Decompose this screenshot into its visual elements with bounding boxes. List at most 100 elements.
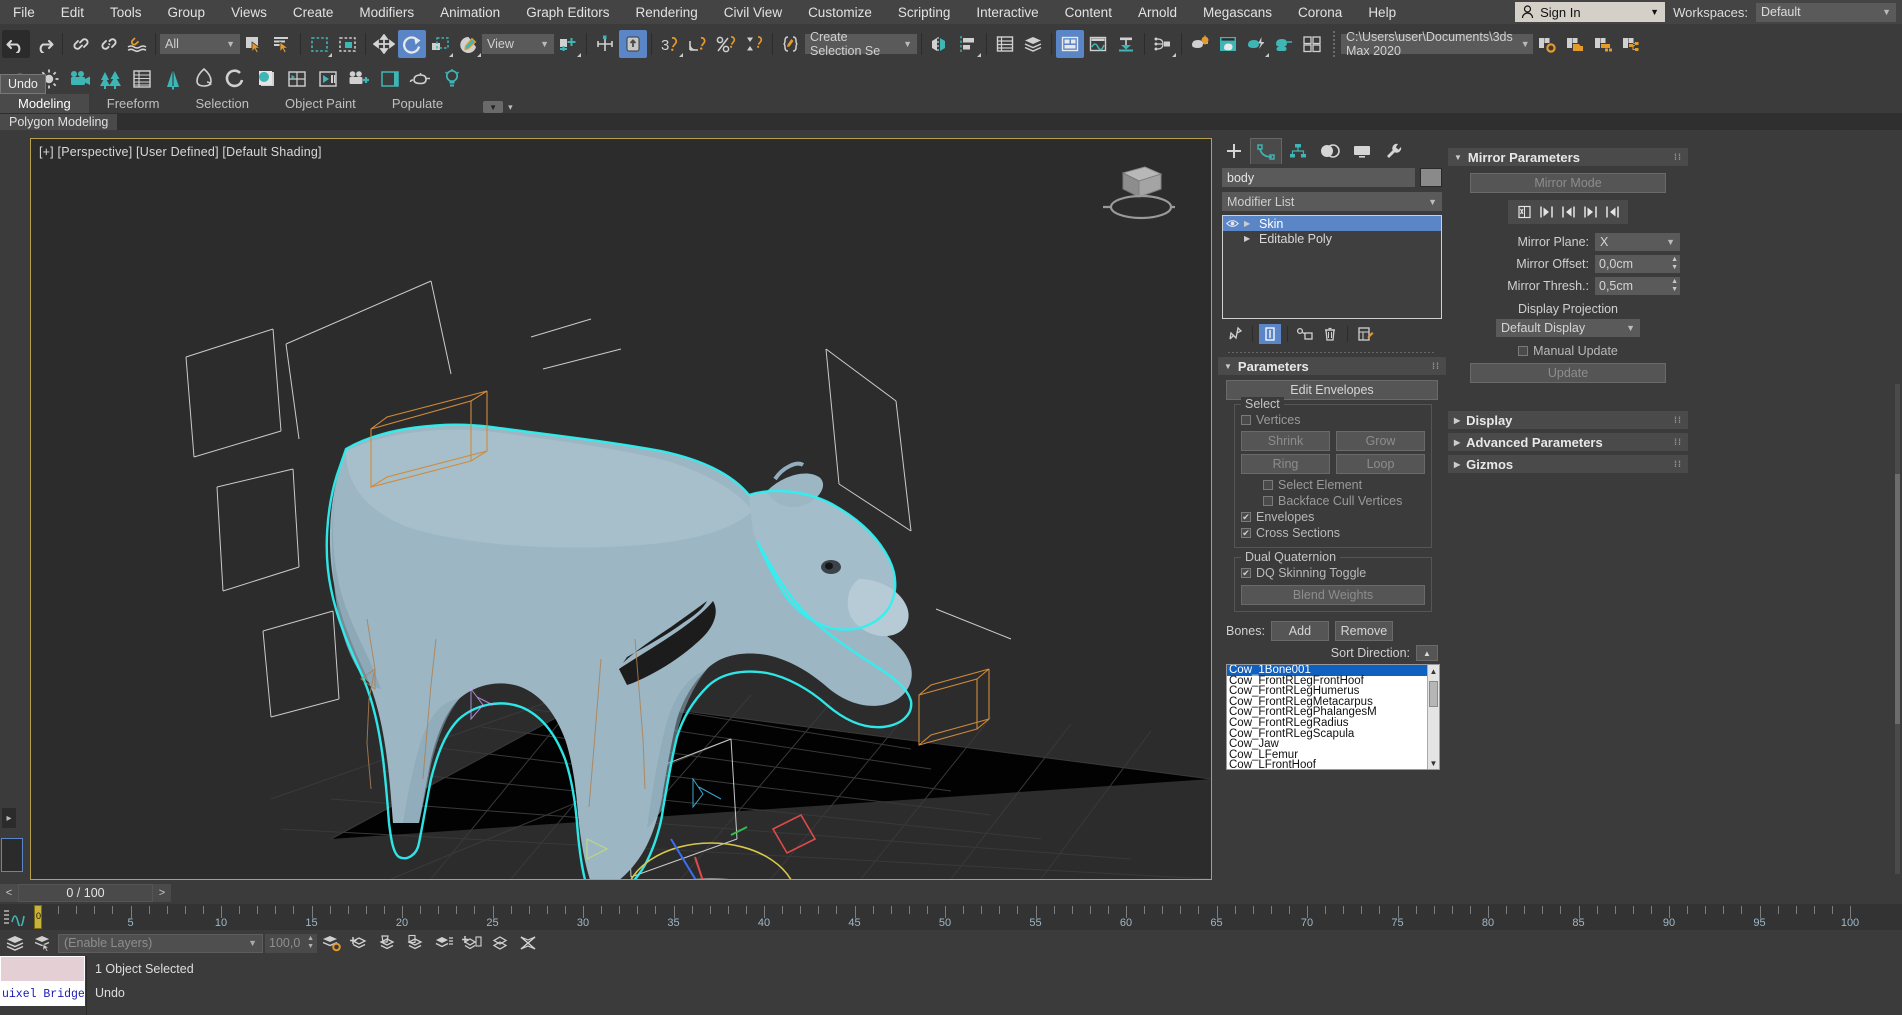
rectangular-selection-region-button[interactable] xyxy=(305,30,333,58)
set-project-folder-button[interactable] xyxy=(1533,30,1561,58)
blend-weights-button[interactable]: Blend Weights xyxy=(1241,585,1425,605)
scroll-up-icon[interactable]: ▲ xyxy=(1428,665,1439,677)
ribbon-camera-button[interactable] xyxy=(64,66,95,92)
ribbon-material-button[interactable] xyxy=(250,66,281,92)
display-rollout-header[interactable]: ▶ Display ⁞⁞ xyxy=(1448,411,1688,429)
configure-modifier-sets-button[interactable] xyxy=(1354,324,1376,344)
add-bone-button[interactable]: Add xyxy=(1270,621,1329,641)
mirror-mode-button[interactable]: Mirror Mode xyxy=(1470,173,1666,193)
ribbon-populate-button[interactable] xyxy=(219,66,250,92)
expand-triangle-icon[interactable]: ▶ xyxy=(1244,234,1255,243)
mirror-button[interactable] xyxy=(926,30,954,58)
display-tab[interactable] xyxy=(1346,138,1378,164)
mirror-paste-green-to-blue-button[interactable] xyxy=(1536,203,1556,221)
bridge-listener-line[interactable]: uixel Bridge xyxy=(0,982,85,1006)
ribbon-spreadsheet-button[interactable] xyxy=(126,66,157,92)
copy-layer-button[interactable] xyxy=(403,932,429,954)
snaps-toggle-button[interactable] xyxy=(619,30,647,58)
ribbon-object-paint-button[interactable] xyxy=(188,66,219,92)
perspective-viewport[interactable]: x z y [+] [Perspective] [User Defined] [… xyxy=(30,138,1212,880)
modifier-stack-item-editable-poly[interactable]: ▶ Editable Poly xyxy=(1223,231,1441,246)
mirror-paste-button[interactable] xyxy=(1514,203,1534,221)
scene-explorer-button[interactable] xyxy=(1019,30,1047,58)
view-cube[interactable] xyxy=(1099,161,1175,231)
menu-item-megascans[interactable]: Megascans xyxy=(1190,2,1285,23)
select-and-rotate-button[interactable] xyxy=(398,30,426,58)
sort-direction-button[interactable]: ▲ xyxy=(1416,645,1438,661)
bones-list[interactable]: Cow_1Bone001 Cow_FrontRLegFrontHoof Cow_… xyxy=(1226,664,1440,770)
bones-list-item[interactable]: Cow_LFrontHoof xyxy=(1227,760,1439,769)
reference-coordinate-combo[interactable]: View ▼ xyxy=(482,34,554,54)
select-by-name-button[interactable] xyxy=(268,30,296,58)
cross-sections-checkbox[interactable]: ✔ Cross Sections xyxy=(1241,525,1425,541)
unlink-selection-button[interactable] xyxy=(95,30,123,58)
remove-modifier-button[interactable] xyxy=(1319,324,1341,344)
select-and-scale-button[interactable] xyxy=(426,30,454,58)
mirror-paste-blue-to-green-button[interactable] xyxy=(1558,203,1578,221)
ribbon-more-button[interactable]: ▼ ▾ xyxy=(461,101,513,113)
menu-item-interactive[interactable]: Interactive xyxy=(963,2,1051,23)
merge-layers-button[interactable] xyxy=(487,932,513,954)
menu-item-group[interactable]: Group xyxy=(155,2,219,23)
command-panel-scrollbar[interactable] xyxy=(1895,384,1900,874)
expand-panel-button[interactable]: ▸ xyxy=(2,808,16,828)
material-editor-button[interactable] xyxy=(1186,30,1214,58)
menu-item-file[interactable]: File xyxy=(0,2,48,23)
undo-button[interactable] xyxy=(2,30,30,58)
ribbon-subtab-polygon-modeling[interactable]: Polygon Modeling xyxy=(0,113,118,130)
menu-item-content[interactable]: Content xyxy=(1052,2,1125,23)
new-project-button[interactable] xyxy=(1589,30,1617,58)
pin-stack-button[interactable] xyxy=(1224,324,1246,344)
select-object-button[interactable] xyxy=(240,30,268,58)
scrollbar-thumb[interactable] xyxy=(1429,681,1438,707)
object-name-input[interactable]: body xyxy=(1222,168,1415,187)
add-selection-to-layer-button[interactable] xyxy=(459,932,485,954)
motion-tab[interactable] xyxy=(1314,138,1346,164)
track-bar-filter[interactable] xyxy=(2,908,30,926)
edit-named-selection-sets-button[interactable] xyxy=(777,30,805,58)
select-and-manipulate-button[interactable] xyxy=(591,30,619,58)
spinner-snap-toggle-button[interactable] xyxy=(740,30,768,58)
menu-item-modifiers[interactable]: Modifiers xyxy=(346,2,427,23)
eye-icon[interactable] xyxy=(1225,219,1240,228)
maxscript-listener[interactable] xyxy=(0,956,85,982)
ribbon-panel-toggle-button[interactable] xyxy=(374,66,405,92)
delete-layer-button[interactable] xyxy=(375,932,401,954)
curve-editor-button[interactable] xyxy=(1084,30,1112,58)
ribbon-add-camera-button[interactable] xyxy=(343,66,374,92)
show-end-result-button[interactable] xyxy=(1259,324,1281,344)
mirror-offset-spinner[interactable]: 0,0cm ▲ ▼ xyxy=(1595,255,1680,273)
spinner-arrows-icon[interactable]: ▲ ▼ xyxy=(1671,278,1678,294)
modifier-stack-item-skin[interactable]: ▶ Skin xyxy=(1223,216,1441,231)
display-projection-combo[interactable]: Default Display ▼ xyxy=(1496,319,1640,337)
align-button[interactable] xyxy=(954,30,982,58)
schematic-view-button[interactable] xyxy=(1112,30,1140,58)
advanced-parameters-rollout-header[interactable]: ▶ Advanced Parameters ⁞⁞ xyxy=(1448,433,1688,451)
angle-snap-toggle-button[interactable] xyxy=(684,30,712,58)
menu-item-help[interactable]: Help xyxy=(1355,2,1409,23)
bones-list-item[interactable]: Cow_1Bone001 xyxy=(1227,665,1439,676)
menu-item-scripting[interactable]: Scripting xyxy=(885,2,964,23)
scroll-down-icon[interactable]: ▼ xyxy=(1428,757,1439,769)
menu-item-civil-view[interactable]: Civil View xyxy=(711,2,795,23)
ribbon-teapot-button[interactable] xyxy=(405,66,436,92)
backface-cull-checkbox[interactable]: Backface Cull Vertices xyxy=(1241,493,1425,509)
layer-properties-button[interactable] xyxy=(431,932,457,954)
shrink-button[interactable]: Shrink xyxy=(1241,431,1330,451)
particle-flow-button[interactable] xyxy=(1149,30,1177,58)
menu-item-animation[interactable]: Animation xyxy=(427,2,513,23)
add-layer-button[interactable] xyxy=(347,932,373,954)
workspaces-combo[interactable]: Default ▼ xyxy=(1756,2,1896,22)
project-path-combo[interactable]: C:\Users\user\Documents\3ds Max 2020 ▼ xyxy=(1341,30,1533,58)
spinner-arrows-icon[interactable]: ▲ ▼ xyxy=(1671,256,1678,272)
mirror-paste-vertex-left-button[interactable] xyxy=(1602,203,1622,221)
gizmos-rollout-header[interactable]: ▶ Gizmos ⁞⁞ xyxy=(1448,455,1688,473)
modifier-stack[interactable]: ▶ Skin ▶ Editable Poly xyxy=(1222,215,1442,319)
menu-item-rendering[interactable]: Rendering xyxy=(623,2,711,23)
snaps-toggle-3d-button[interactable]: 3 xyxy=(656,30,684,58)
ribbon-tab-freeform[interactable]: Freeform xyxy=(89,94,178,113)
scrollbar-thumb[interactable] xyxy=(1895,474,1900,724)
menu-item-create[interactable]: Create xyxy=(280,2,347,23)
redo-button[interactable] xyxy=(30,30,58,58)
window-crossing-button[interactable] xyxy=(333,30,361,58)
